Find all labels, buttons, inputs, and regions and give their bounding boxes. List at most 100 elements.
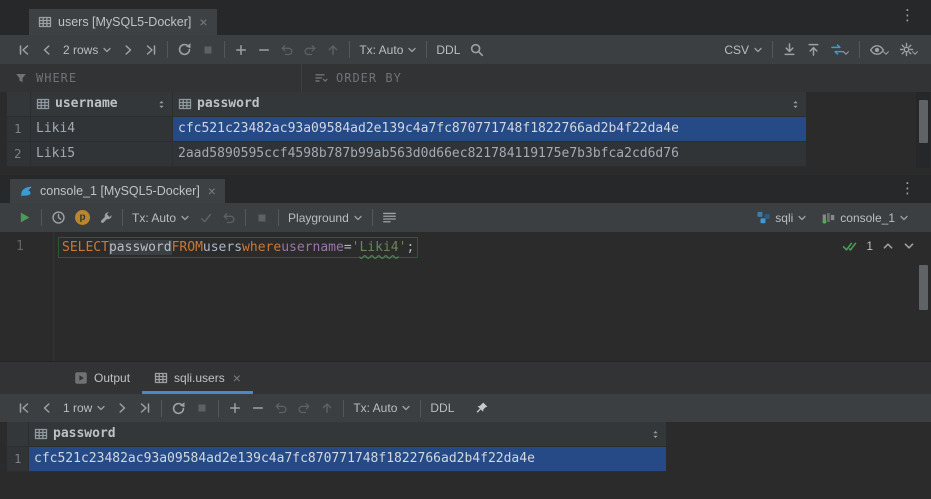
rows-count-dropdown[interactable]: 1 row [63,401,106,415]
add-row-icon[interactable] [234,43,248,57]
tx-mode-dropdown[interactable]: Tx: Auto [132,211,190,225]
compare-sync-button[interactable] [830,42,850,57]
submit-icon[interactable] [320,401,334,415]
schema-selector[interactable]: sqli [756,210,807,225]
sql-string-quote: ' [352,240,360,255]
parameters-icon[interactable]: p [75,210,90,225]
row-number[interactable]: 1 [7,117,30,142]
ddl-button[interactable]: DDL [430,401,454,415]
last-page-icon[interactable] [144,43,158,57]
wrench-icon[interactable] [99,211,113,225]
playground-mode-dropdown[interactable]: Playground [288,211,363,225]
last-page-icon[interactable] [138,401,152,415]
cell-username[interactable]: Liki5 [30,142,172,167]
cell-password[interactable]: 2aad5890595ccf4598b787b99ab563d0d66ec821… [172,142,806,167]
output-play-icon [74,371,88,385]
stop-icon[interactable] [201,43,215,57]
column-header-username[interactable]: username [30,92,172,117]
table-icon [38,15,52,29]
where-filter[interactable]: WHERE [0,64,301,92]
tab-label: sqli.users [174,371,225,385]
stop-icon[interactable] [255,211,269,225]
previous-page-icon[interactable] [40,43,54,57]
sql-editor[interactable]: 1 SELECT password FROM users where usern… [0,232,931,361]
export-format-label: CSV [724,43,749,57]
session-selector[interactable]: console_1 [821,210,909,225]
first-page-icon[interactable] [17,43,31,57]
close-icon[interactable]: × [208,184,216,198]
close-icon[interactable]: × [199,15,207,29]
line-number: 1 [16,239,24,254]
column-header-label: password [197,92,260,116]
chevron-down-icon[interactable] [903,240,915,252]
delete-row-icon[interactable] [257,43,271,57]
row-number[interactable]: 1 [7,447,28,472]
table-row: 1 Liki4 cfc521c23482ac93a09584ad2e139c4a… [7,117,806,142]
column-header-password[interactable]: password [28,422,666,447]
tx-mode-dropdown[interactable]: Tx: Auto [353,401,411,415]
scrollbar-track[interactable] [916,92,930,168]
export-download-icon[interactable] [782,42,797,57]
sql-statement[interactable]: SELECT password FROM users where usernam… [58,237,418,258]
tab-output[interactable]: Output [62,362,142,394]
revert-icon[interactable] [297,401,311,415]
order-by-filter[interactable]: ORDER BY [301,64,402,92]
column-header-password[interactable]: password [172,92,806,117]
kebab-menu-icon[interactable]: ⋮ [900,8,915,23]
kebab-menu-icon[interactable]: ⋮ [900,181,915,196]
sort-icon[interactable] [156,99,167,110]
output-mode-icon[interactable] [382,210,397,225]
session-label: console_1 [840,211,895,225]
close-icon[interactable]: × [233,371,241,385]
reload-icon[interactable] [177,42,192,57]
separator [420,400,421,417]
tx-mode-dropdown[interactable]: Tx: Auto [359,43,417,57]
next-page-icon[interactable] [121,43,135,57]
stop-icon[interactable] [195,401,209,415]
scrollbar-thumb[interactable] [919,265,928,310]
previous-page-icon[interactable] [40,401,54,415]
tab-sqli-users-result[interactable]: sqli.users × [142,362,253,394]
order-by-label: ORDER BY [336,71,402,85]
reload-icon[interactable] [171,401,186,416]
import-upload-icon[interactable] [806,42,821,57]
history-clock-icon[interactable] [51,210,66,225]
cell-password-selected[interactable]: cfc521c23482ac93a09584ad2e139c4a7fc87077… [28,447,666,472]
scrollbar-thumb[interactable] [919,100,928,143]
results-count: 1 [866,239,873,253]
rows-count-label: 1 row [63,401,92,415]
chevron-up-icon[interactable] [882,240,894,252]
separator [122,209,123,226]
run-icon[interactable] [17,210,32,225]
first-page-icon[interactable] [17,401,31,415]
sort-icon[interactable] [650,429,661,440]
grid-filter-row: WHERE ORDER BY [0,64,931,92]
rollback-icon[interactable] [222,211,236,225]
commit-check-icon[interactable] [199,211,213,225]
row-number[interactable]: 2 [7,142,30,167]
column-icon [36,97,50,111]
sort-icon[interactable] [790,99,801,110]
sql-operator: = [344,240,352,255]
undo-icon[interactable] [280,43,294,57]
export-format-dropdown[interactable]: CSV [724,43,763,57]
delete-row-icon[interactable] [251,401,265,415]
ddl-button[interactable]: DDL [436,43,460,57]
undo-icon[interactable] [274,401,288,415]
grid-header-row: username password [7,92,806,117]
revert-icon[interactable] [303,43,317,57]
next-page-icon[interactable] [115,401,129,415]
tab-console-1[interactable]: console_1 [MySQL5-Docker] × [10,179,225,203]
pin-icon[interactable] [475,401,489,415]
tab-users-table[interactable]: users [MySQL5-Docker] × [29,9,217,35]
tab-label: Output [94,371,130,385]
cell-password-selected[interactable]: cfc521c23482ac93a09584ad2e139c4a7fc87077… [172,117,806,142]
cell-username[interactable]: Liki4 [30,117,172,142]
add-row-icon[interactable] [228,401,242,415]
settings-button[interactable] [899,42,919,57]
rows-count-dropdown[interactable]: 2 rows [63,43,112,57]
sql-string-quote: ' [399,240,407,255]
search-icon[interactable] [469,42,484,57]
view-options-button[interactable] [869,42,890,58]
submit-icon[interactable] [326,43,340,57]
